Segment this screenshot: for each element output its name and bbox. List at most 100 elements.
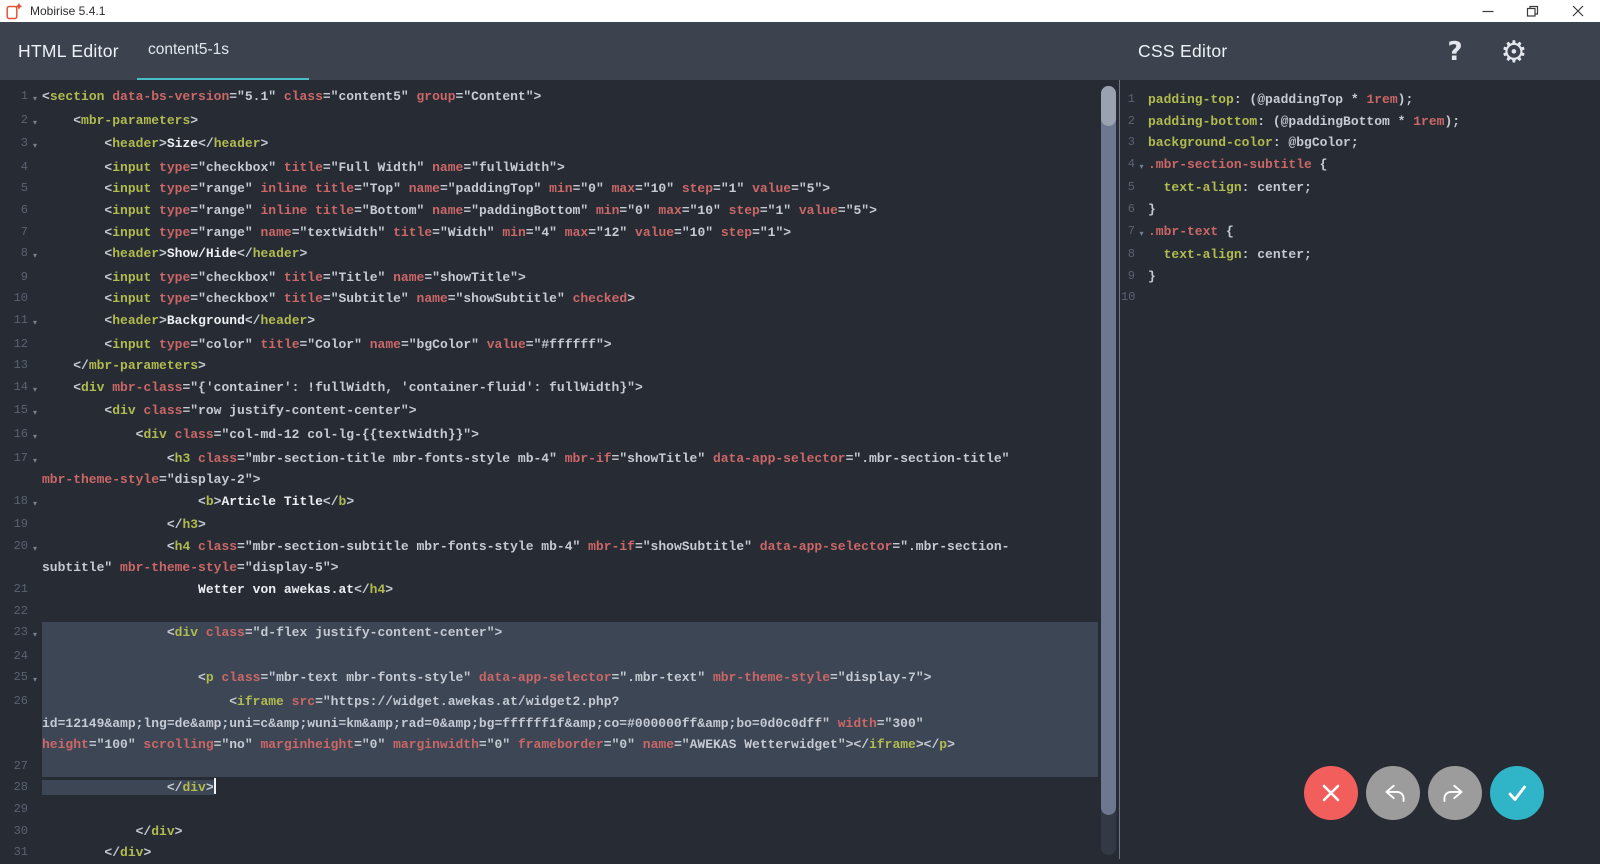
code-line-1[interactable]: 1▾<section data-bs-version="5.1" class="…: [0, 86, 1098, 110]
code-line-19[interactable]: 19 </h3>: [0, 514, 1098, 536]
code-text[interactable]: text-align: center;: [1148, 244, 1600, 266]
code-text[interactable]: <input type="range" name="textWidth" tit…: [42, 222, 1098, 244]
code-text[interactable]: [42, 601, 1098, 623]
code-line-30[interactable]: 30 </div>: [0, 821, 1098, 843]
code-line-4[interactable]: 4▾.mbr-section-subtitle {: [1121, 154, 1600, 178]
help-icon[interactable]: ?: [1438, 33, 1472, 71]
fold-arrow-icon[interactable]: ▾: [28, 400, 42, 424]
code-text[interactable]: <div class="d-flex justify-content-cente…: [42, 622, 1098, 646]
code-text[interactable]: [42, 646, 1098, 668]
fold-arrow-icon[interactable]: ▾: [28, 310, 42, 334]
code-text[interactable]: <h3 class="mbr-section-title mbr-fonts-s…: [42, 448, 1098, 491]
undo-button[interactable]: [1366, 766, 1420, 820]
scrollbar[interactable]: [1101, 86, 1116, 855]
code-line-6[interactable]: 6 <input type="range" inline title="Bott…: [0, 200, 1098, 222]
fold-arrow-icon[interactable]: ▾: [1135, 154, 1148, 178]
code-text[interactable]: <input type="checkbox" title="Subtitle" …: [42, 288, 1098, 310]
code-text[interactable]: <mbr-parameters>: [42, 110, 1098, 134]
code-line-29[interactable]: 29: [0, 799, 1098, 821]
code-line-15[interactable]: 15▾ <div class="row justify-content-cent…: [0, 400, 1098, 424]
minimize-icon[interactable]: [1465, 0, 1510, 22]
code-line-2[interactable]: 2▾ <mbr-parameters>: [0, 110, 1098, 134]
code-text[interactable]: </div>: [42, 777, 1098, 799]
restore-icon[interactable]: [1510, 0, 1555, 22]
code-line-26[interactable]: 26 <iframe src="https://widget.awekas.at…: [0, 691, 1098, 756]
code-text[interactable]: text-align: center;: [1148, 177, 1600, 199]
code-line-31[interactable]: 31 </div>: [0, 842, 1098, 864]
code-text[interactable]: padding-top: (@paddingTop * 1rem);: [1148, 89, 1600, 111]
code-line-9[interactable]: 9}: [1121, 266, 1600, 288]
code-line-4[interactable]: 4 <input type="checkbox" title="Full Wid…: [0, 157, 1098, 179]
code-line-7[interactable]: 7▾.mbr-text {: [1121, 221, 1600, 245]
fold-arrow-icon[interactable]: ▾: [28, 667, 42, 691]
code-text[interactable]: background-color: @bgColor;: [1148, 132, 1600, 154]
fold-arrow-icon[interactable]: ▾: [28, 133, 42, 157]
code-text[interactable]: <input type="range" inline title="Top" n…: [42, 178, 1098, 200]
code-line-21[interactable]: 21 Wetter von awekas.at</h4>: [0, 579, 1098, 601]
code-text[interactable]: <iframe src="https://widget.awekas.at/wi…: [42, 691, 1098, 756]
code-line-9[interactable]: 9 <input type="checkbox" title="Title" n…: [0, 267, 1098, 289]
scrollbar-thumb[interactable]: [1101, 86, 1116, 815]
fold-arrow-icon[interactable]: ▾: [28, 536, 42, 579]
code-line-8[interactable]: 8 text-align: center;: [1121, 244, 1600, 266]
settings-gear-icon[interactable]: ⚙: [1496, 33, 1532, 71]
apply-button[interactable]: [1490, 766, 1544, 820]
code-line-11[interactable]: 11▾ <header>Background</header>: [0, 310, 1098, 334]
code-line-1[interactable]: 1padding-top: (@paddingTop * 1rem);: [1121, 89, 1600, 111]
close-icon[interactable]: [1555, 0, 1600, 22]
code-text[interactable]: <header>Size</header>: [42, 133, 1098, 157]
fold-arrow-icon[interactable]: ▾: [28, 86, 42, 110]
code-line-22[interactable]: 22: [0, 601, 1098, 623]
code-text[interactable]: <header>Background</header>: [42, 310, 1098, 334]
code-text[interactable]: [42, 756, 1098, 778]
code-text[interactable]: <section data-bs-version="5.1" class="co…: [42, 86, 1098, 110]
code-line-10[interactable]: 10 <input type="checkbox" title="Subtitl…: [0, 288, 1098, 310]
code-line-3[interactable]: 3▾ <header>Size</header>: [0, 133, 1098, 157]
code-line-6[interactable]: 6}: [1121, 199, 1600, 221]
code-text[interactable]: <input type="range" inline title="Bottom…: [42, 200, 1098, 222]
code-line-18[interactable]: 18▾ <b>Article Title</b>: [0, 491, 1098, 515]
code-line-8[interactable]: 8▾ <header>Show/Hide</header>: [0, 243, 1098, 267]
code-line-5[interactable]: 5 <input type="range" inline title="Top"…: [0, 178, 1098, 200]
fold-arrow-icon[interactable]: ▾: [28, 424, 42, 448]
code-line-20[interactable]: 20▾ <h4 class="mbr-section-subtitle mbr-…: [0, 536, 1098, 579]
code-text[interactable]: padding-bottom: (@paddingBottom * 1rem);: [1148, 111, 1600, 133]
code-line-28[interactable]: 28 </div>: [0, 777, 1098, 799]
redo-button[interactable]: [1428, 766, 1482, 820]
code-text[interactable]: }: [1148, 266, 1600, 288]
code-text[interactable]: .mbr-section-subtitle {: [1148, 154, 1600, 178]
fold-arrow-icon[interactable]: ▾: [28, 110, 42, 134]
code-text[interactable]: <header>Show/Hide</header>: [42, 243, 1098, 267]
code-text[interactable]: <input type="color" title="Color" name="…: [42, 334, 1098, 356]
code-text[interactable]: <div class="row justify-content-center">: [42, 400, 1098, 424]
code-line-17[interactable]: 17▾ <h3 class="mbr-section-title mbr-fon…: [0, 448, 1098, 491]
code-line-13[interactable]: 13 </mbr-parameters>: [0, 355, 1098, 377]
html-code-editor[interactable]: 1▾<section data-bs-version="5.1" class="…: [0, 80, 1098, 864]
code-line-16[interactable]: 16▾ <div class="col-md-12 col-lg-{{textW…: [0, 424, 1098, 448]
code-text[interactable]: </mbr-parameters>: [42, 355, 1098, 377]
code-line-5[interactable]: 5 text-align: center;: [1121, 177, 1600, 199]
code-line-14[interactable]: 14▾ <div mbr-class="{'container': !fullW…: [0, 377, 1098, 401]
code-text[interactable]: </div>: [42, 821, 1098, 843]
fold-arrow-icon[interactable]: ▾: [28, 243, 42, 267]
code-line-7[interactable]: 7 <input type="range" name="textWidth" t…: [0, 222, 1098, 244]
code-text[interactable]: Wetter von awekas.at</h4>: [42, 579, 1098, 601]
code-text[interactable]: .mbr-text {: [1148, 221, 1600, 245]
fold-arrow-icon[interactable]: ▾: [1135, 221, 1148, 245]
code-text[interactable]: </div>: [42, 842, 1098, 864]
code-text[interactable]: <p class="mbr-text mbr-fonts-style" data…: [42, 667, 1098, 691]
code-line-24[interactable]: 24: [0, 646, 1098, 668]
code-text[interactable]: </h3>: [42, 514, 1098, 536]
code-line-23[interactable]: 23▾ <div class="d-flex justify-content-c…: [0, 622, 1098, 646]
code-text[interactable]: <div mbr-class="{'container': !fullWidth…: [42, 377, 1098, 401]
code-text[interactable]: [42, 799, 1098, 821]
cancel-button[interactable]: [1304, 766, 1358, 820]
css-code-editor[interactable]: 1padding-top: (@paddingTop * 1rem);2padd…: [1121, 80, 1600, 309]
code-text[interactable]: <div class="col-md-12 col-lg-{{textWidth…: [42, 424, 1098, 448]
code-text[interactable]: <input type="checkbox" title="Title" nam…: [42, 267, 1098, 289]
code-line-2[interactable]: 2padding-bottom: (@paddingBottom * 1rem)…: [1121, 111, 1600, 133]
code-text[interactable]: <h4 class="mbr-section-subtitle mbr-font…: [42, 536, 1098, 579]
code-line-12[interactable]: 12 <input type="color" title="Color" nam…: [0, 334, 1098, 356]
code-text[interactable]: <b>Article Title</b>: [42, 491, 1098, 515]
code-text[interactable]: }: [1148, 199, 1600, 221]
